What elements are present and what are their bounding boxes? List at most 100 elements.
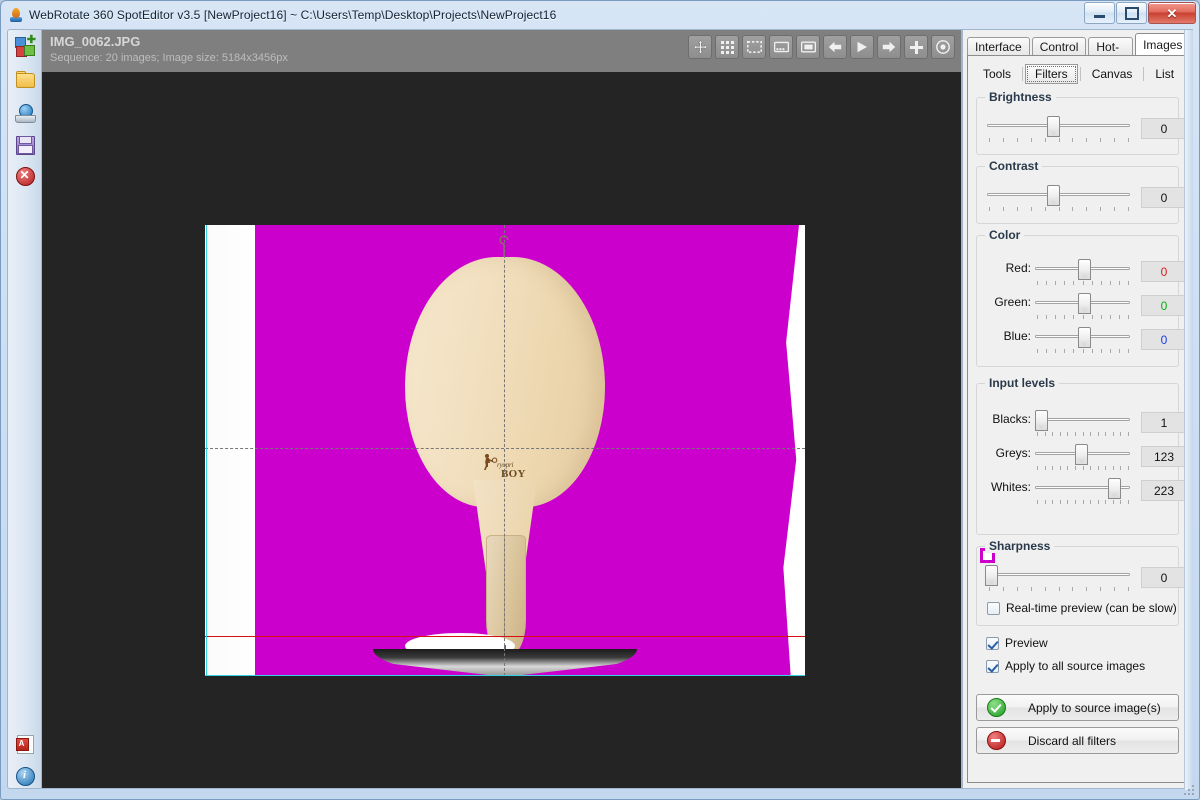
tab-tools[interactable]: Tools (974, 65, 1020, 83)
apply-to-source-button[interactable]: Apply to source image(s) (976, 694, 1179, 721)
title-bar[interactable]: WebRotate 360 SpotEditor v3.5 [NewProjec… (1, 1, 1199, 29)
realtime-preview-label: Real-time preview (can be slow) (1006, 601, 1177, 615)
new-project-icon[interactable]: ✚ (15, 35, 36, 57)
image-metadata: Sequence: 20 images; Image size: 5184x34… (50, 52, 288, 64)
brightness-slider-ticks (989, 138, 1129, 143)
right-panel: Interface Control Hot-spots Images Tools… (962, 29, 1193, 790)
close-circle-icon[interactable]: ✕ (15, 166, 35, 186)
red-slider-ticks (1037, 281, 1129, 286)
realtime-preview-checkbox[interactable] (987, 601, 1000, 615)
brightness-group: Brightness 0 (976, 90, 1187, 155)
apply-all-checkbox[interactable] (986, 659, 999, 673)
application-window: WebRotate 360 SpotEditor v3.5 [NewProjec… (0, 0, 1200, 800)
next-frame-button[interactable] (877, 35, 901, 59)
resize-grip[interactable] (1184, 785, 1196, 797)
greys-slider-ticks (1037, 466, 1129, 471)
minimize-button[interactable] (1084, 2, 1115, 24)
crop-guide-bottom[interactable] (205, 675, 805, 676)
record-spin-button[interactable] (931, 35, 955, 59)
vertical-center-guide (504, 225, 505, 676)
paddle-logo-figure-icon (482, 453, 498, 471)
brightness-slider-thumb[interactable] (1047, 116, 1060, 137)
preview-row[interactable]: Preview (986, 636, 1048, 650)
pan-tool-button[interactable] (688, 35, 712, 59)
whites-slider-thumb[interactable] (1108, 478, 1121, 499)
filmstrip-view-button[interactable] (769, 35, 793, 59)
tab-hot-spots[interactable]: Hot-spots (1088, 37, 1134, 72)
green-slider-ticks (1037, 315, 1129, 320)
discard-filters-label: Discard all filters (1028, 733, 1117, 748)
tab-list[interactable]: List (1146, 65, 1183, 83)
red-value[interactable]: 0 (1141, 261, 1187, 282)
marquee-select-button[interactable] (742, 35, 766, 59)
blue-slider-ticks (1037, 349, 1129, 354)
tab-filters[interactable]: Filters (1025, 64, 1078, 84)
maximize-icon (1124, 6, 1139, 20)
sharpness-value[interactable]: 0 (1141, 567, 1187, 588)
color-label: Color (985, 228, 1025, 242)
grid-view-button[interactable] (715, 35, 739, 59)
main-tab-bar: Interface Control Hot-spots Images (967, 33, 1192, 72)
play-sequence-button[interactable] (850, 35, 874, 59)
tab-control[interactable]: Control (1031, 37, 1087, 56)
whites-value[interactable]: 223 (1141, 480, 1187, 501)
baseline-guide (205, 636, 805, 637)
tab-interface[interactable]: Interface (967, 37, 1030, 56)
minimize-icon (1094, 15, 1105, 18)
image-canvas[interactable]: ryopri BOY (42, 72, 961, 788)
green-slider-thumb[interactable] (1078, 293, 1091, 314)
blue-slider-thumb[interactable] (1078, 327, 1091, 348)
apply-to-source-label: Apply to source image(s) (1028, 700, 1161, 715)
pdf-document-icon[interactable]: A (15, 734, 35, 754)
previous-frame-button[interactable] (823, 35, 847, 59)
blacks-value[interactable]: 1 (1141, 412, 1187, 433)
open-folder-icon[interactable] (15, 70, 35, 90)
info-circle-icon[interactable]: i (15, 766, 35, 786)
publish-globe-icon[interactable] (15, 103, 36, 123)
caption-buttons: ✕ (1083, 2, 1196, 24)
red-label: Red: (1005, 261, 1031, 275)
maximize-button[interactable] (1116, 2, 1147, 24)
close-button[interactable]: ✕ (1148, 2, 1196, 24)
brightness-label: Brightness (985, 90, 1056, 104)
whites-slider-ticks (1037, 500, 1129, 505)
sub-tab-separator (1143, 67, 1145, 81)
sharpness-slider-thumb[interactable] (985, 565, 998, 586)
green-value[interactable]: 0 (1141, 295, 1187, 316)
close-icon: ✕ (1166, 5, 1178, 21)
realtime-preview-row[interactable]: Real-time preview (can be slow) (987, 601, 1177, 615)
blue-value[interactable]: 0 (1141, 329, 1187, 350)
image-toolbar (688, 35, 955, 59)
blacks-slider-thumb[interactable] (1035, 410, 1048, 431)
sharpness-group: Sharpness 0 Real-time preview (can be sl… (976, 539, 1187, 626)
red-minus-icon (987, 731, 1006, 750)
brightness-value[interactable]: 0 (1141, 118, 1187, 139)
single-frame-view-button[interactable] (796, 35, 820, 59)
sub-tab-bar: Tools Filters Canvas List (974, 64, 1188, 84)
sharpness-slider-track[interactable] (987, 573, 1130, 576)
input-levels-label: Input levels (985, 376, 1060, 390)
greys-slider-thumb[interactable] (1075, 444, 1088, 465)
panel-scrollbar[interactable] (1184, 30, 1193, 790)
image-header: IMG_0062.JPG Sequence: 20 images; Image … (42, 30, 961, 72)
crop-guide-left[interactable] (206, 225, 207, 676)
discard-filters-button[interactable]: Discard all filters (976, 727, 1179, 754)
blacks-slider-ticks (1037, 432, 1129, 437)
save-floppy-icon[interactable] (15, 135, 35, 155)
blacks-slider-track[interactable] (1035, 418, 1130, 421)
sub-tab-separator (1022, 67, 1024, 81)
contrast-slider-thumb[interactable] (1047, 185, 1060, 206)
tab-images[interactable]: Images (1135, 33, 1191, 56)
tab-canvas[interactable]: Canvas (1083, 65, 1142, 83)
preview-label: Preview (1005, 636, 1048, 650)
add-image-button[interactable] (904, 35, 928, 59)
contrast-value[interactable]: 0 (1141, 187, 1187, 208)
whites-label: Whites: (990, 480, 1031, 494)
green-label: Green: (994, 295, 1031, 309)
preview-checkbox[interactable] (986, 636, 999, 650)
greys-value[interactable]: 123 (1141, 446, 1187, 467)
apply-all-row[interactable]: Apply to all source images (986, 659, 1145, 673)
left-toolbar-rail: ✚ ✕ A i (7, 29, 41, 789)
product-photo[interactable]: ryopri BOY (205, 225, 805, 676)
red-slider-thumb[interactable] (1078, 259, 1091, 280)
